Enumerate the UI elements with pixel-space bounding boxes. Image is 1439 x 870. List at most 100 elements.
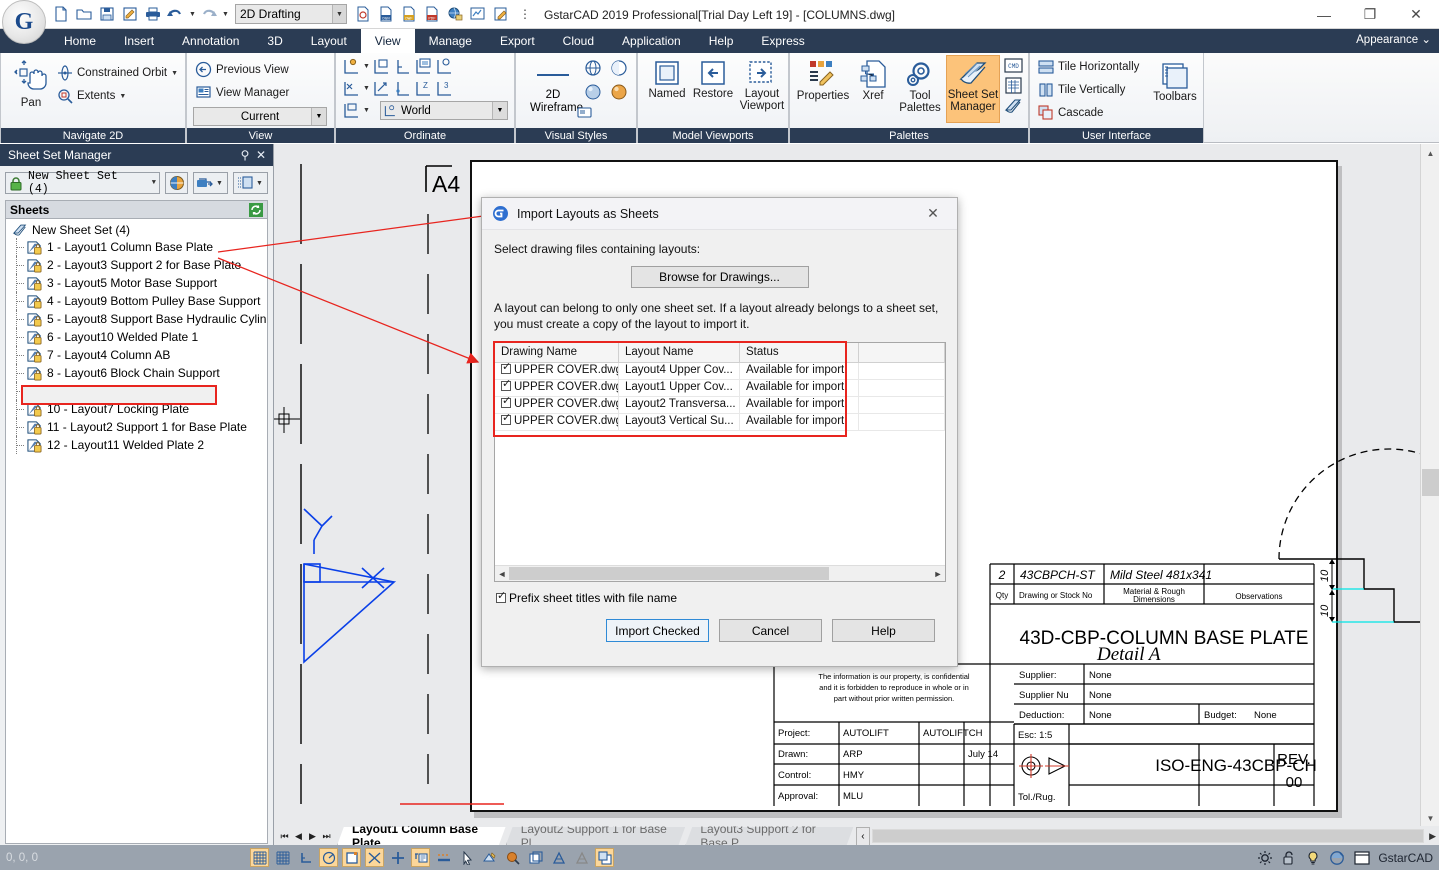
polar-tracking-toggle[interactable] xyxy=(319,848,338,867)
ucs-view-icon[interactable] xyxy=(342,101,361,120)
tab-3d[interactable]: 3D xyxy=(253,29,296,53)
ucs-world-icon[interactable] xyxy=(372,57,391,76)
restore-viewport-button[interactable]: Restore xyxy=(690,58,736,100)
dgn-import-icon[interactable] xyxy=(352,3,374,25)
grid-display-toggle[interactable] xyxy=(273,848,292,867)
sheet-set-root[interactable]: New Sheet Set (4) xyxy=(6,222,267,238)
chevron-down-icon[interactable]: ▼ xyxy=(332,5,346,23)
properties-button[interactable]: Properties xyxy=(795,58,851,102)
sheet-list-item[interactable]: 2 - Layout3 Support 2 for Base Plate xyxy=(6,256,267,274)
tab-help[interactable]: Help xyxy=(695,29,748,53)
unlock-icon[interactable] xyxy=(1281,850,1297,866)
canvas-vertical-scrollbar[interactable]: ▲ ▼ xyxy=(1420,144,1439,828)
chevron-down-icon[interactable]: ▼ xyxy=(152,179,156,187)
annotation-scale-toggle[interactable] xyxy=(503,848,522,867)
chevron-down-icon[interactable]: ▼ xyxy=(363,63,370,70)
print-icon[interactable] xyxy=(142,3,164,25)
ucs-origin-icon[interactable] xyxy=(393,57,412,76)
sheet-set-selector[interactable]: New Sheet Set (4) ▼ xyxy=(5,170,160,196)
import-layouts-dialog[interactable]: Import Layouts as Sheets ✕ Select drawin… xyxy=(481,197,958,667)
dgn-export-icon[interactable]: DGN xyxy=(375,3,397,25)
tab-insert[interactable]: Insert xyxy=(110,29,168,53)
redo-dropdown-icon[interactable]: ▼ xyxy=(221,3,230,25)
toolbars-button[interactable]: Toolbars xyxy=(1152,61,1198,103)
import-checked-button[interactable]: Import Checked xyxy=(606,619,709,643)
new-icon[interactable] xyxy=(50,3,72,25)
tile-vertically-button[interactable]: Tile Vertically xyxy=(1038,82,1125,98)
column-header-layout-name[interactable]: Layout Name xyxy=(619,343,740,363)
tab-cloud[interactable]: Cloud xyxy=(549,29,608,53)
sheet-list-item[interactable]: 3 - Layout5 Motor Base Support xyxy=(6,274,267,292)
sheet-list-item[interactable]: 8 - Layout6 Block Chain Support xyxy=(6,364,267,382)
ucs-z-axis-icon[interactable]: Z xyxy=(414,79,433,98)
tool-palettes-button[interactable]: Tool Palettes xyxy=(896,58,944,114)
help-button[interactable]: Help xyxy=(832,619,935,643)
publish-button[interactable]: ▼ xyxy=(193,172,229,194)
pin-icon[interactable]: ⚲ xyxy=(237,148,253,162)
layout-first-icon[interactable]: ⏮ xyxy=(278,831,291,842)
tab-express[interactable]: Express xyxy=(747,29,818,53)
chevron-down-icon[interactable]: ▼ xyxy=(363,107,370,114)
chevron-down-icon[interactable]: ▼ xyxy=(171,70,178,77)
sheet-view-button[interactable]: ▼ xyxy=(233,172,269,194)
chevron-down-icon[interactable]: ▼ xyxy=(363,85,370,92)
clean-screen-icon[interactable] xyxy=(1329,850,1346,866)
vscroll-thumb[interactable] xyxy=(1422,469,1439,496)
calculator-icon[interactable] xyxy=(1004,77,1023,94)
sheet-set-palette-icon[interactable] xyxy=(1004,97,1023,114)
cascade-button[interactable]: Cascade xyxy=(1038,105,1103,121)
ucs-origin2-icon[interactable] xyxy=(393,79,412,98)
pan-button[interactable]: Pan xyxy=(9,59,53,109)
viewport-toggle[interactable] xyxy=(526,848,545,867)
tile-horizontally-button[interactable]: Tile Horizontally xyxy=(1038,59,1139,75)
scroll-right-icon[interactable]: ▶ xyxy=(1426,831,1439,842)
visual-style-realistic-icon[interactable] xyxy=(610,83,628,101)
qat-overflow-icon[interactable]: ⋮ xyxy=(519,7,531,21)
tab-export[interactable]: Export xyxy=(486,29,549,53)
pdf-export-icon[interactable]: PDF xyxy=(421,3,443,25)
bulb-icon[interactable] xyxy=(1305,850,1321,866)
tab-home[interactable]: Home xyxy=(50,29,110,53)
auto-scale-toggle[interactable] xyxy=(595,848,614,867)
command-line-icon[interactable]: CMD xyxy=(1004,58,1023,73)
row-checkbox[interactable] xyxy=(501,397,511,409)
visual-style-manager-icon[interactable] xyxy=(576,105,594,121)
visual-style-conceptual-icon[interactable] xyxy=(584,83,602,101)
plot-icon[interactable] xyxy=(467,3,489,25)
snap-mode-toggle[interactable] xyxy=(250,848,269,867)
tab-application[interactable]: Application xyxy=(608,29,695,53)
view-current-combo[interactable]: Current ▼ xyxy=(193,107,327,126)
annotation-visibility-toggle[interactable] xyxy=(480,848,499,867)
app-logo[interactable]: G xyxy=(2,0,46,44)
close-icon[interactable]: ✕ xyxy=(253,148,269,162)
undo-icon[interactable] xyxy=(165,3,187,25)
gear-icon[interactable] xyxy=(1257,850,1273,866)
tab-view[interactable]: View xyxy=(360,29,415,53)
ucs-named-icon[interactable] xyxy=(342,57,361,76)
cell-drawing-name[interactable]: UPPER COVER.dwg xyxy=(495,414,619,431)
workspace-combo[interactable]: 2D Drafting ▼ xyxy=(235,4,347,24)
window-icon[interactable] xyxy=(1354,850,1370,865)
layout-tab-2[interactable]: Layout2 Support 1 for Base Pl... xyxy=(506,827,686,846)
row-checkbox[interactable] xyxy=(501,380,511,392)
sheet-list-item[interactable]: 12 - Layout11 Welded Plate 2 xyxy=(6,436,267,454)
dynamic-input-toggle[interactable] xyxy=(411,848,430,867)
sheet-list-item[interactable]: 11 - Layout2 Support 1 for Base Plate xyxy=(6,418,267,436)
chevron-down-icon[interactable]: ▼ xyxy=(216,180,223,187)
sheet-list-item[interactable]: 1 - Layout1 Column Base Plate xyxy=(6,238,267,256)
grid-scroll-thumb[interactable] xyxy=(509,567,829,581)
visual-style-2d-wireframe[interactable]: 2D Wireframe xyxy=(530,61,583,115)
layout-hscrollbar[interactable] xyxy=(872,829,1425,843)
ucs-combo[interactable]: World ▼ xyxy=(380,101,508,120)
tab-annotation[interactable]: Annotation xyxy=(168,29,253,53)
prefix-checkbox-row[interactable]: Prefix sheet titles with file name xyxy=(496,590,945,605)
visual-style-3d-wireframe-icon[interactable] xyxy=(584,59,602,77)
ortho-mode-toggle[interactable] xyxy=(296,848,315,867)
model-space-toggle[interactable] xyxy=(549,848,568,867)
extents-button[interactable]: Extents ▼ xyxy=(57,88,126,104)
sheet-list-item[interactable]: 4 - Layout9 Bottom Pulley Base Support xyxy=(6,292,267,310)
cancel-button[interactable]: Cancel xyxy=(719,619,822,643)
coordinates-display[interactable]: 0, 0, 0 xyxy=(0,852,250,864)
chevron-down-icon[interactable]: ▼ xyxy=(311,108,326,125)
row-checkbox[interactable] xyxy=(501,414,511,426)
